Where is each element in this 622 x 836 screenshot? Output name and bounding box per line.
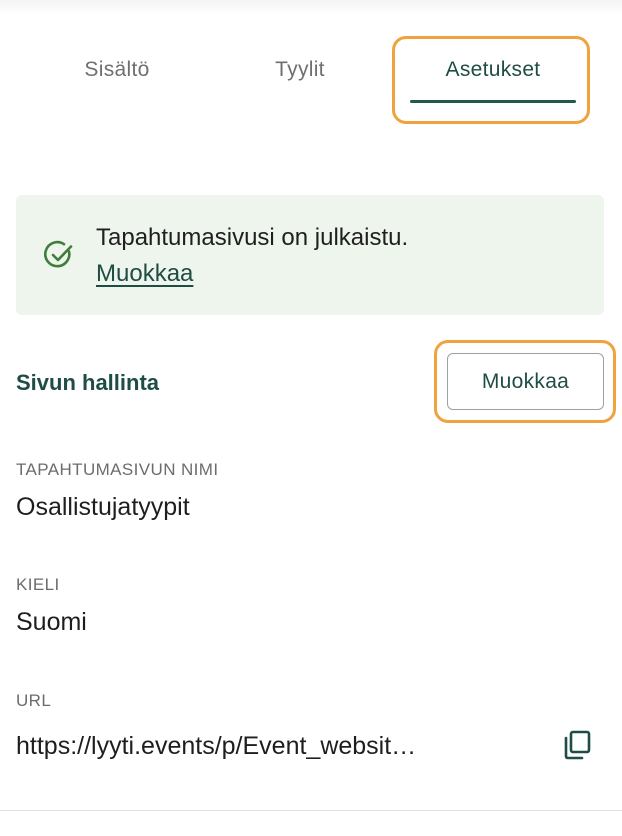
url-label: URL xyxy=(16,691,52,710)
language-label: KIELI xyxy=(16,575,60,594)
page-name-value: Osallistujatyypit xyxy=(16,493,190,521)
page-management-title: Sivun hallinta xyxy=(16,370,160,395)
settings-panel: Sisältö Tyylit Asetukset Tapahtumasivusi… xyxy=(0,0,622,836)
language-value: Suomi xyxy=(16,608,87,636)
banner-text: Tapahtumasivusi on julkaistu. Muokkaa xyxy=(96,220,408,292)
page-name-label: TAPAHTUMASIVUN NIMI xyxy=(16,460,219,479)
tab-bar: Sisältö Tyylit Asetukset xyxy=(0,0,622,130)
check-circle-icon xyxy=(44,240,73,268)
edit-button[interactable]: Muokkaa xyxy=(447,353,604,410)
tab-styles[interactable]: Tyylit xyxy=(230,50,370,90)
divider xyxy=(0,810,622,811)
banner-message: Tapahtumasivusi on julkaistu. xyxy=(96,224,409,251)
copy-icon[interactable] xyxy=(560,728,594,762)
banner-edit-link[interactable]: Muokkaa xyxy=(96,256,193,292)
tab-content[interactable]: Sisältö xyxy=(46,50,188,90)
tab-focus-ring xyxy=(392,36,590,124)
url-value: https://lyyti.events/p/Event_websit… xyxy=(16,732,417,760)
